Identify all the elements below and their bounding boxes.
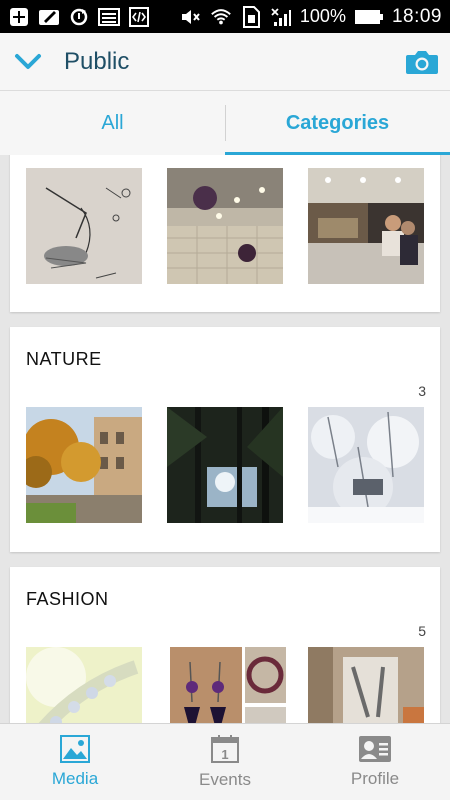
back-button[interactable] bbox=[0, 33, 56, 91]
bakery-counter-image bbox=[308, 168, 424, 284]
status-bar: 100% 18:09 bbox=[0, 0, 450, 33]
photo-thumbnail[interactable] bbox=[308, 647, 424, 723]
chevron-down-icon bbox=[15, 53, 41, 69]
tab-categories[interactable]: Categories bbox=[225, 91, 450, 155]
nav-media-label: Media bbox=[51, 769, 99, 788]
tab-all[interactable]: All bbox=[0, 91, 225, 155]
sketch-drawing-image bbox=[26, 168, 142, 284]
battery-percent: 100% bbox=[299, 6, 346, 26]
snowy-trees-image bbox=[308, 407, 424, 523]
app-bar: Public bbox=[0, 33, 450, 91]
clock: 18:09 bbox=[391, 5, 442, 27]
camera-icon bbox=[406, 50, 438, 74]
category-title: NATURE bbox=[26, 349, 102, 369]
code-icon bbox=[128, 6, 150, 28]
photo-thumbnail[interactable] bbox=[26, 168, 142, 284]
battery-icon bbox=[354, 6, 384, 28]
nav-profile-label: Profile bbox=[350, 769, 400, 788]
category-title: FASHION bbox=[26, 589, 109, 609]
cafe-ceiling-image bbox=[167, 168, 283, 284]
bracelet-image bbox=[26, 647, 142, 723]
shop-display-image bbox=[308, 647, 424, 723]
category-count: 3 bbox=[418, 383, 426, 399]
sync-icon bbox=[68, 6, 90, 28]
nav-events[interactable]: 1 Events bbox=[150, 724, 300, 800]
category-count: 5 bbox=[418, 623, 426, 639]
tab-divider bbox=[225, 105, 226, 141]
photo-thumbnail[interactable] bbox=[167, 168, 283, 284]
autumn-street-image bbox=[26, 407, 142, 523]
categories-list[interactable]: NATURE 3 FASHION 5 bbox=[0, 155, 450, 723]
edit-icon bbox=[38, 6, 60, 28]
category-card bbox=[10, 155, 440, 312]
media-icon bbox=[60, 735, 90, 763]
page-title: Public bbox=[64, 47, 130, 75]
image-icon bbox=[98, 6, 120, 28]
camera-button[interactable] bbox=[394, 33, 450, 91]
forest-trees-image bbox=[167, 407, 283, 523]
photo-thumbnail[interactable] bbox=[170, 647, 286, 723]
nav-events-label: Events bbox=[199, 770, 251, 789]
nav-media[interactable]: Media bbox=[0, 724, 150, 800]
tab-bar: All Categories bbox=[0, 91, 450, 155]
category-card-nature[interactable]: NATURE 3 bbox=[10, 327, 440, 552]
svg-text:1: 1 bbox=[221, 747, 228, 762]
photo-thumbnail[interactable] bbox=[26, 647, 142, 723]
photo-thumbnail[interactable] bbox=[308, 407, 424, 523]
bottom-navigation: Media 1 Events Profile bbox=[0, 723, 450, 800]
photo-thumbnail[interactable] bbox=[26, 407, 142, 523]
category-card-fashion[interactable]: FASHION 5 bbox=[10, 567, 440, 723]
photo-thumbnail[interactable] bbox=[167, 407, 283, 523]
notification-icons bbox=[8, 6, 150, 28]
signal-icon bbox=[270, 6, 292, 28]
system-icons: 100% 18:09 bbox=[180, 5, 442, 28]
wifi-icon bbox=[210, 6, 232, 28]
profile-card-icon bbox=[359, 736, 391, 762]
calendar-icon: 1 bbox=[211, 735, 239, 763]
nav-profile[interactable]: Profile bbox=[300, 724, 450, 800]
photo-thumbnail[interactable] bbox=[308, 168, 424, 284]
earrings-collage-image bbox=[170, 647, 286, 723]
sim-icon bbox=[240, 5, 262, 28]
mute-icon bbox=[180, 6, 202, 28]
add-icon bbox=[8, 6, 30, 28]
